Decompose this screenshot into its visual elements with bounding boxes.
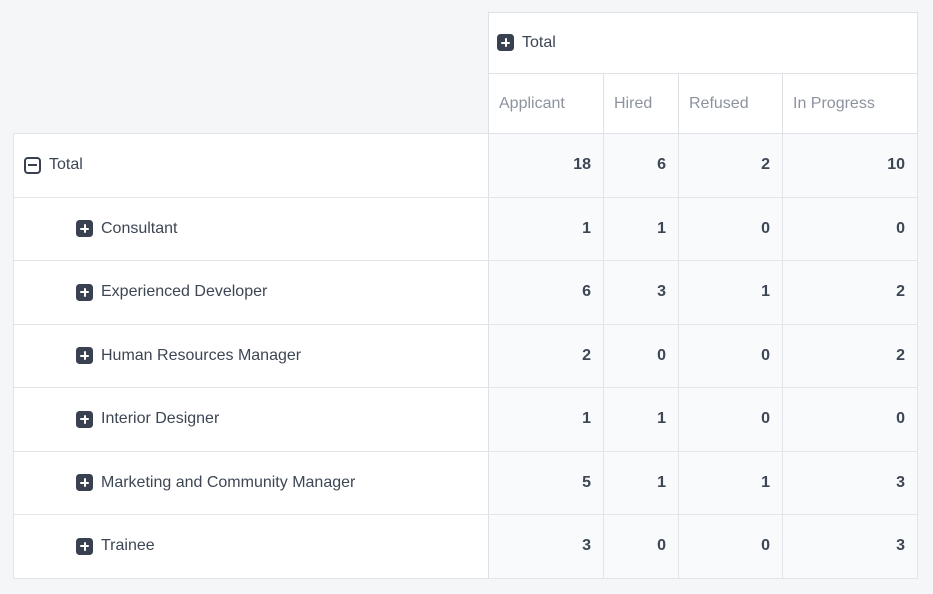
- cell-human-resources-manager-applicant: 2: [489, 324, 604, 388]
- cell-consultant-in-progress: 0: [783, 197, 918, 261]
- cell-experienced-developer-applicant: 6: [489, 261, 604, 325]
- table-row-total: Total 18 6 2 10: [14, 134, 918, 198]
- row-label: Consultant: [101, 220, 178, 237]
- col-header-in-progress[interactable]: In Progress: [783, 74, 918, 134]
- plus-square-icon[interactable]: [76, 220, 93, 237]
- cell-human-resources-manager-in-progress: 2: [783, 324, 918, 388]
- cell-marketing-and-community-manager-hired: 1: [604, 451, 679, 515]
- cell-trainee-applicant: 3: [489, 515, 604, 579]
- cell-trainee-in-progress: 3: [783, 515, 918, 579]
- row-header-marketing-and-community-manager[interactable]: Marketing and Community Manager: [14, 451, 489, 515]
- cell-total-hired: 6: [604, 134, 679, 198]
- pivot-view: Total Applicant Hired Refused In Progres…: [0, 0, 933, 594]
- cell-consultant-hired: 1: [604, 197, 679, 261]
- table-row-experienced-developer: Experienced Developer 6 3 1 2: [14, 261, 918, 325]
- row-label: Human Resources Manager: [101, 347, 301, 364]
- cell-trainee-refused: 0: [679, 515, 783, 579]
- row-header-human-resources-manager[interactable]: Human Resources Manager: [14, 324, 489, 388]
- row-header-total[interactable]: Total: [14, 134, 489, 198]
- cell-human-resources-manager-refused: 0: [679, 324, 783, 388]
- plus-square-icon[interactable]: [76, 538, 93, 555]
- table-row-marketing-and-community-manager: Marketing and Community Manager 5 1 1 3: [14, 451, 918, 515]
- table-row-human-resources-manager: Human Resources Manager 2 0 0 2: [14, 324, 918, 388]
- cell-trainee-hired: 0: [604, 515, 679, 579]
- cell-marketing-and-community-manager-refused: 1: [679, 451, 783, 515]
- cell-interior-designer-hired: 1: [604, 388, 679, 452]
- plus-square-icon[interactable]: [76, 347, 93, 364]
- row-label: Trainee: [101, 537, 155, 554]
- row-header-consultant[interactable]: Consultant: [14, 197, 489, 261]
- cell-human-resources-manager-hired: 0: [604, 324, 679, 388]
- plus-square-icon[interactable]: [76, 474, 93, 491]
- minus-square-outline-icon[interactable]: [24, 157, 41, 174]
- row-label: Total: [49, 156, 83, 173]
- cell-interior-designer-refused: 0: [679, 388, 783, 452]
- cell-interior-designer-applicant: 1: [489, 388, 604, 452]
- row-label: Marketing and Community Manager: [101, 474, 355, 491]
- row-label: Interior Designer: [101, 410, 219, 427]
- cell-marketing-and-community-manager-in-progress: 3: [783, 451, 918, 515]
- cell-experienced-developer-hired: 3: [604, 261, 679, 325]
- row-label: Experienced Developer: [101, 283, 267, 300]
- table-row-trainee: Trainee 3 0 0 3: [14, 515, 918, 579]
- col-header-total[interactable]: Total: [489, 13, 918, 74]
- col-header-hired[interactable]: Hired: [604, 74, 679, 134]
- table-row-consultant: Consultant 1 1 0 0: [14, 197, 918, 261]
- cell-experienced-developer-refused: 1: [679, 261, 783, 325]
- cell-total-applicant: 18: [489, 134, 604, 198]
- col-header-refused[interactable]: Refused: [679, 74, 783, 134]
- cell-consultant-applicant: 1: [489, 197, 604, 261]
- col-group-label: Total: [522, 34, 556, 51]
- plus-square-icon[interactable]: [76, 411, 93, 428]
- row-header-trainee[interactable]: Trainee: [14, 515, 489, 579]
- plus-square-icon[interactable]: [497, 34, 514, 51]
- cell-marketing-and-community-manager-applicant: 5: [489, 451, 604, 515]
- cell-consultant-refused: 0: [679, 197, 783, 261]
- header-row-groups: Total: [14, 13, 918, 74]
- plus-square-icon[interactable]: [76, 284, 93, 301]
- pivot-corner-cell: [14, 13, 489, 134]
- cell-interior-designer-in-progress: 0: [783, 388, 918, 452]
- table-row-interior-designer: Interior Designer 1 1 0 0: [14, 388, 918, 452]
- row-header-interior-designer[interactable]: Interior Designer: [14, 388, 489, 452]
- cell-total-refused: 2: [679, 134, 783, 198]
- row-header-experienced-developer[interactable]: Experienced Developer: [14, 261, 489, 325]
- col-header-applicant[interactable]: Applicant: [489, 74, 604, 134]
- pivot-table: Total Applicant Hired Refused In Progres…: [13, 12, 918, 579]
- cell-experienced-developer-in-progress: 2: [783, 261, 918, 325]
- cell-total-in-progress: 10: [783, 134, 918, 198]
